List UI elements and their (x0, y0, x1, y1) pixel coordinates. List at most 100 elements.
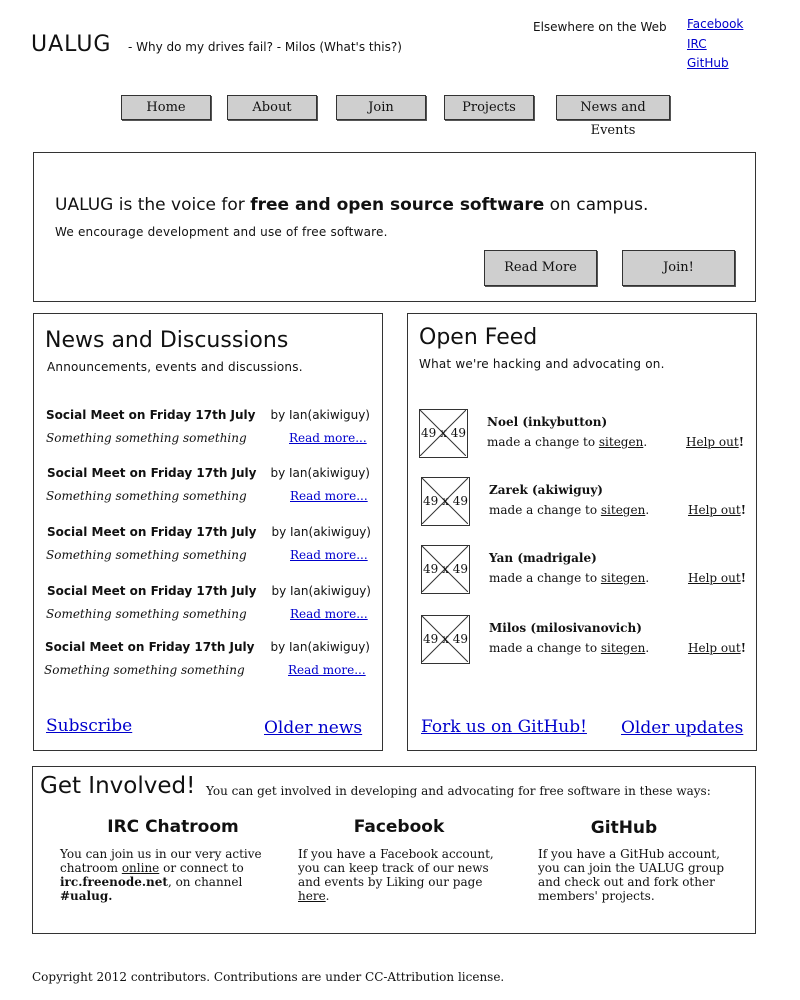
news-item-author: by Ian(akiwiguy) (271, 584, 371, 598)
site-tagline: - Why do my drives fail? - Milos (What's… (128, 40, 402, 54)
get-involved-title: Get Involved! (40, 773, 196, 799)
avatar-placeholder: 49 x 49 (421, 477, 470, 526)
older-updates-link[interactable]: Older updates (621, 718, 743, 738)
nav-projects[interactable]: Projects (444, 95, 534, 120)
news-item-author: by Ian(akiwiguy) (270, 640, 370, 654)
feed-item-2: 49 x 49 Zarek (akiwiguy) made a change t… (420, 476, 750, 528)
feed-item-period: . (645, 641, 650, 655)
news-item-read-more-link[interactable]: Read more... (290, 489, 368, 503)
avatar-placeholder: 49 x 49 (421, 615, 470, 664)
feed-item-user[interactable]: Yan (madrigale) (489, 551, 597, 565)
news-item-author: by Ian(akiwiguy) (271, 525, 371, 539)
irc-server: irc.freenode.net (60, 875, 168, 889)
feed-item-action: made a change to sitegen. (489, 571, 649, 585)
news-item-1: Social Meet on Friday 17th July by Ian(a… (46, 408, 372, 452)
avatar-placeholder-label: 49 x 49 (423, 562, 468, 576)
footer-copyright: Copyright 2012 contributors. Contributio… (32, 970, 505, 984)
news-subtitle: Announcements, events and discussions. (47, 360, 303, 374)
feed-item-repo-link[interactable]: sitegen (601, 641, 645, 655)
feed-item-4: 49 x 49 Milos (milosivanovich) made a ch… (420, 614, 750, 666)
feed-subtitle: What we're hacking and advocating on. (419, 357, 665, 371)
feed-item-help: Help out! (688, 641, 746, 655)
news-item-3: Social Meet on Friday 17th July by Ian(a… (46, 525, 372, 569)
news-title: News and Discussions (45, 328, 289, 353)
news-item-excerpt: Something something something (46, 548, 247, 562)
feed-item-help: Help out! (686, 435, 744, 449)
help-out-bang: ! (740, 503, 746, 517)
get-involved-intro: You can get involved in developing and a… (206, 784, 711, 798)
news-item-author: by Ian(akiwiguy) (270, 466, 370, 480)
feed-item-3: 49 x 49 Yan (madrigale) made a change to… (420, 544, 750, 596)
news-item-title[interactable]: Social Meet on Friday 17th July (47, 466, 256, 480)
irc-text-3: , on channel (167, 875, 243, 889)
news-item-title[interactable]: Social Meet on Friday 17th July (47, 525, 256, 539)
news-item-title[interactable]: Social Meet on Friday 17th July (45, 640, 254, 654)
feed-item-repo-link[interactable]: sitegen (599, 435, 643, 449)
avatar-placeholder-label: 49 x 49 (423, 632, 468, 646)
join-button[interactable]: Join! (622, 250, 735, 286)
read-more-button[interactable]: Read More (484, 250, 597, 286)
feed-item-1: 49 x 49 Noel (inkybutton) made a change … (418, 408, 748, 460)
nav-join[interactable]: Join (336, 95, 426, 120)
irc-link[interactable]: IRC (687, 37, 707, 51)
facebook-text-2: . (325, 889, 330, 903)
help-out-link[interactable]: Help out (688, 503, 741, 517)
feed-item-period: . (645, 503, 650, 517)
news-item-read-more-link[interactable]: Read more... (290, 548, 368, 562)
news-item-read-more-link[interactable]: Read more... (288, 663, 366, 677)
irc-text-2: or connect to (159, 861, 244, 875)
help-out-link[interactable]: Help out (686, 435, 739, 449)
hero-subtext: We encourage development and use of free… (55, 225, 388, 239)
feed-item-user[interactable]: Milos (milosivanovich) (489, 621, 642, 635)
news-item-5: Social Meet on Friday 17th July by Ian(a… (44, 640, 372, 684)
feed-item-repo-link[interactable]: sitegen (601, 503, 645, 517)
feed-panel (407, 313, 757, 751)
nav-about[interactable]: About (227, 95, 317, 120)
irc-text-4: . (108, 889, 113, 903)
feed-item-repo-link[interactable]: sitegen (601, 571, 645, 585)
news-item-4: Social Meet on Friday 17th July by Ian(a… (46, 584, 372, 628)
facebook-description: If you have a Facebook account, you can … (298, 847, 506, 903)
subscribe-link[interactable]: Subscribe (46, 716, 132, 736)
feed-item-help: Help out! (688, 503, 746, 517)
news-item-excerpt: Something something something (46, 489, 247, 503)
news-item-read-more-link[interactable]: Read more... (289, 431, 367, 445)
hero-headline-bold: free and open source software (250, 195, 545, 215)
feed-item-action-text: made a change to (489, 641, 601, 655)
feed-item-user[interactable]: Noel (inkybutton) (487, 415, 607, 429)
irc-channel: #ualug (60, 889, 109, 903)
feed-item-action-text: made a change to (487, 435, 599, 449)
site-logo[interactable]: UALUG (31, 32, 111, 57)
nav-news-and-events[interactable]: News and Events (556, 95, 670, 138)
facebook-link[interactable]: Facebook (687, 17, 743, 31)
help-out-bang: ! (738, 435, 744, 449)
older-news-link[interactable]: Older news (264, 718, 362, 738)
help-out-link[interactable]: Help out (688, 571, 741, 585)
news-item-title[interactable]: Social Meet on Friday 17th July (47, 584, 256, 598)
feed-item-help: Help out! (688, 571, 746, 585)
facebook-here-link[interactable]: here (298, 889, 326, 903)
facebook-text-1: If you have a Facebook account, you can … (298, 847, 494, 889)
irc-heading: IRC Chatroom (107, 817, 239, 837)
fork-on-github-link[interactable]: Fork us on GitHub! (421, 717, 587, 737)
irc-online-link[interactable]: online (122, 861, 159, 875)
news-item-excerpt: Something something something (46, 431, 247, 445)
feed-item-period: . (645, 571, 650, 585)
elsewhere-label: Elsewhere on the Web (533, 20, 667, 34)
hero-headline-prefix: UALUG is the voice for (55, 195, 251, 215)
github-link[interactable]: GitHub (687, 56, 729, 70)
help-out-link[interactable]: Help out (688, 641, 741, 655)
feed-item-action: made a change to sitegen. (489, 503, 649, 517)
help-out-bang: ! (740, 641, 746, 655)
avatar-placeholder: 49 x 49 (421, 545, 470, 594)
feed-item-action: made a change to sitegen. (489, 641, 649, 655)
feed-item-action-text: made a change to (489, 571, 601, 585)
facebook-heading: Facebook (353, 817, 445, 837)
news-item-read-more-link[interactable]: Read more... (290, 607, 368, 621)
news-item-title[interactable]: Social Meet on Friday 17th July (46, 408, 255, 422)
avatar-placeholder-label: 49 x 49 (423, 494, 468, 508)
nav-home[interactable]: Home (121, 95, 211, 120)
feed-item-user[interactable]: Zarek (akiwiguy) (489, 483, 603, 497)
news-item-2: Social Meet on Friday 17th July by Ian(a… (46, 466, 372, 510)
hero-headline: UALUG is the voice for free and open sou… (55, 195, 648, 215)
